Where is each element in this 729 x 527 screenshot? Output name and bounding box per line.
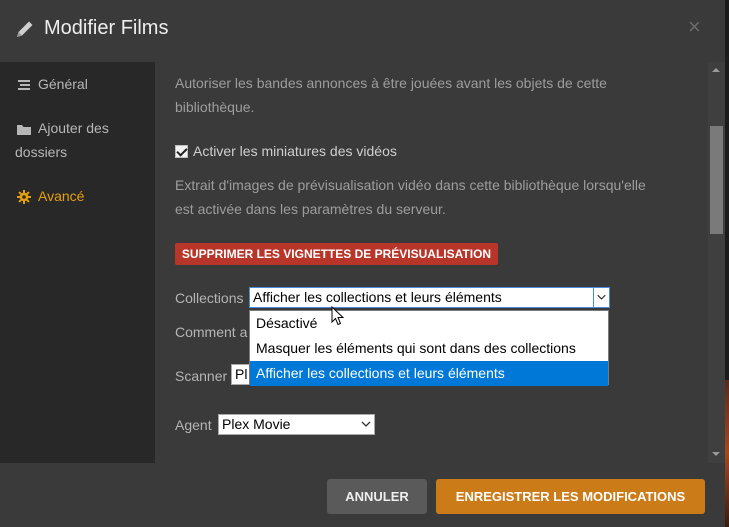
thumbnails-checkbox-row[interactable]: Activer les miniatures des vidéos — [175, 139, 397, 163]
modal-title: Modifier Films — [44, 17, 169, 39]
scroll-down-arrow-icon[interactable] — [712, 452, 720, 456]
scanner-label: Scanner — [175, 368, 228, 384]
scanner-select-value: Pl — [235, 366, 248, 382]
collections-select[interactable]: Afficher les collections et leurs élémen… — [249, 287, 610, 308]
close-icon[interactable]: × — [688, 16, 701, 38]
sidebar-item-add-folders[interactable]: Ajouter des — [15, 116, 109, 140]
gear-icon — [17, 190, 31, 205]
sidebar-item-label: Général — [38, 76, 88, 92]
sidebar-item-add-folders-line2[interactable]: dossiers — [15, 140, 67, 164]
background-poster — [725, 380, 729, 527]
scroll-up-arrow-icon[interactable] — [712, 68, 720, 72]
dropdown-option-show-collections[interactable]: Afficher les collections et leurs élémen… — [250, 361, 608, 386]
thumbnails-checkbox-label: Activer les miniatures des vidéos — [193, 143, 397, 159]
list-icon — [18, 80, 30, 91]
trailers-description-line2: bibliothèque. — [175, 99, 255, 115]
pencil-icon — [17, 21, 33, 37]
collections-select-value: Afficher les collections et leurs élémen… — [253, 289, 502, 305]
thumbnails-checkbox[interactable] — [175, 145, 188, 158]
modal-footer: ANNULER ENREGISTRER LES MODIFICATIONS — [0, 463, 725, 527]
collections-label: Collections — [175, 290, 244, 306]
settings-sidebar: Général Ajouter des dossiers Avancé — [0, 62, 155, 463]
sidebar-item-general[interactable]: Général — [15, 72, 88, 96]
thumbnails-description-line2: est activée dans les paramètres du serve… — [175, 201, 446, 217]
collections-dropdown-list: Désactivé Masquer les éléments qui sont … — [249, 310, 609, 386]
scrollbar-thumb[interactable] — [710, 126, 723, 234]
save-changes-button[interactable]: ENREGISTRER LES MODIFICATIONS — [436, 479, 705, 514]
modal-header: Modifier Films × — [0, 0, 729, 62]
sidebar-item-label: dossiers — [15, 144, 68, 160]
delete-previews-button[interactable]: SUPPRIMER LES VIGNETTES DE PRÉVISUALISAT… — [175, 243, 498, 265]
dropdown-option-hide-items[interactable]: Masquer les éléments qui sont dans des c… — [250, 336, 608, 361]
sidebar-item-label: Ajouter des — [38, 120, 109, 136]
trailers-description: Autoriser les bandes annonces à être jou… — [175, 75, 607, 91]
agent-label: Agent — [175, 417, 212, 433]
settings-content: Autoriser les bandes annonces à être jou… — [155, 62, 708, 463]
thumbnails-description: Extrait d'images de prévisualisation vid… — [175, 177, 646, 193]
chevron-down-icon — [361, 421, 371, 427]
edit-library-modal: Modifier Films × Général Ajouter des dos… — [0, 0, 729, 527]
mouse-cursor-icon — [331, 306, 345, 326]
sidebar-item-label: Avancé — [38, 188, 85, 204]
chevron-down-icon — [593, 288, 606, 307]
collections-hint-label: Comment a — [175, 324, 248, 340]
folder-icon — [17, 125, 31, 136]
agent-select-value: Plex Movie — [222, 416, 291, 432]
sidebar-item-advanced[interactable]: Avancé — [15, 184, 84, 208]
content-scrollbar[interactable] — [708, 62, 725, 463]
dropdown-option-disabled[interactable]: Désactivé — [250, 311, 608, 336]
agent-select[interactable]: Plex Movie — [218, 414, 375, 435]
cancel-button[interactable]: ANNULER — [327, 479, 427, 514]
background-page-edge — [725, 0, 729, 527]
